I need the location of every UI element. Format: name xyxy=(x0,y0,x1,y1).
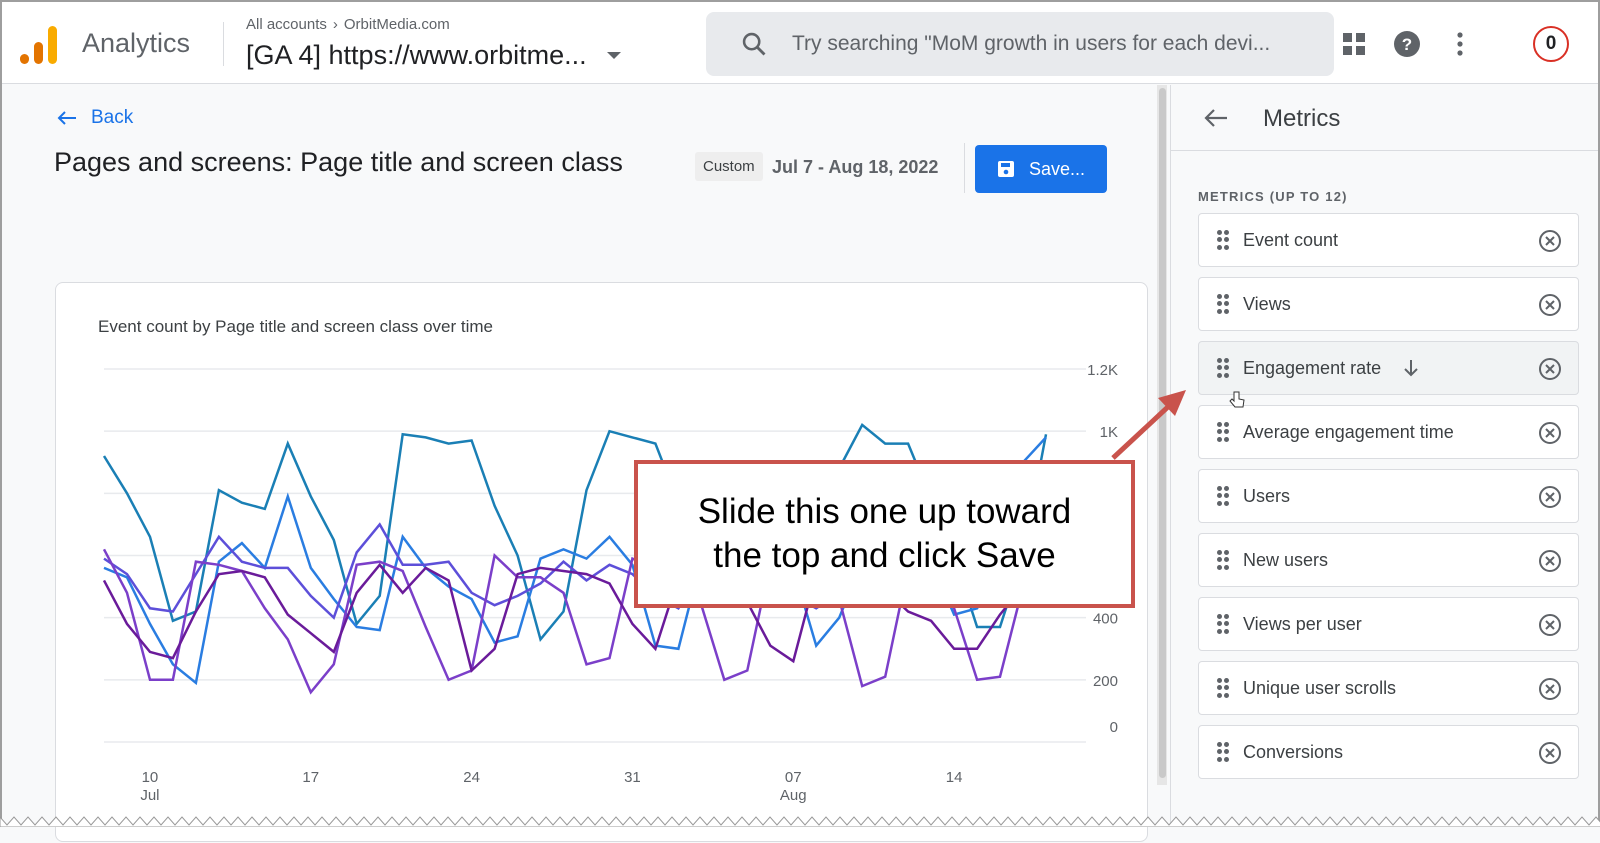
help-icon[interactable]: ? xyxy=(1391,28,1423,60)
metric-label: Users xyxy=(1243,486,1290,507)
drag-handle-icon[interactable] xyxy=(1217,230,1229,250)
y-tick-label: 1.2K xyxy=(1087,362,1118,379)
y-tick-label: 400 xyxy=(1093,611,1118,628)
dropdown-arrow-icon xyxy=(607,52,621,59)
y-tick-label: 1K xyxy=(1100,424,1118,441)
metrics-panel: Metrics METRICS (UP TO 12) Event count Vi… xyxy=(1170,85,1598,827)
panel-header: Metrics xyxy=(1171,85,1598,151)
annotation-line-2: the top and click Save xyxy=(698,534,1072,578)
x-tick-label: 31 xyxy=(624,769,641,786)
hand-cursor-icon xyxy=(1229,391,1245,409)
metric-label: Unique user scrolls xyxy=(1243,678,1396,699)
drag-handle-icon[interactable] xyxy=(1217,742,1229,762)
breadcrumb-account[interactable]: OrbitMedia.com xyxy=(344,16,450,33)
torn-edge xyxy=(0,813,1600,827)
remove-circle-icon[interactable] xyxy=(1538,549,1562,573)
back-label: Back xyxy=(91,107,133,129)
metric-item[interactable]: Users xyxy=(1198,469,1579,523)
arrow-back-icon xyxy=(57,110,77,126)
svg-text:?: ? xyxy=(1402,35,1412,54)
drag-handle-icon[interactable] xyxy=(1217,486,1229,506)
metric-label: Views per user xyxy=(1243,614,1362,635)
metric-item[interactable]: Views per user xyxy=(1198,597,1579,651)
scrollbar-thumb[interactable] xyxy=(1159,88,1166,778)
panel-title: Metrics xyxy=(1263,105,1340,133)
metric-item[interactable]: Unique user scrolls xyxy=(1198,661,1579,715)
top-bar: Analytics All accounts › OrbitMedia.com … xyxy=(2,2,1598,84)
metric-label: Average engagement time xyxy=(1243,422,1454,443)
metric-item[interactable]: Views xyxy=(1198,277,1579,331)
x-tick-month: Aug xyxy=(780,787,807,804)
annotation-line-1: Slide this one up toward xyxy=(698,490,1072,534)
save-icon xyxy=(997,160,1015,178)
x-tick-label: 14 xyxy=(946,769,963,786)
x-tick-month: Jul xyxy=(140,787,159,804)
search-input[interactable]: Try searching "MoM growth in users for e… xyxy=(792,32,1270,56)
y-tick-label: 0 xyxy=(1110,719,1118,736)
analytics-logo-icon[interactable] xyxy=(20,24,60,64)
metric-item[interactable]: Event count xyxy=(1198,213,1579,267)
arrow-down-icon[interactable] xyxy=(1401,358,1421,378)
save-label: Save... xyxy=(1029,159,1085,180)
x-tick-label: 17 xyxy=(302,769,319,786)
y-tick-label: 200 xyxy=(1093,673,1118,690)
apps-grid-icon[interactable] xyxy=(1338,28,1370,60)
brand-name: Analytics xyxy=(82,28,190,59)
remove-circle-icon[interactable] xyxy=(1538,485,1562,509)
date-range[interactable]: Jul 7 - Aug 18, 2022 xyxy=(772,157,938,178)
breadcrumb-all-accounts[interactable]: All accounts xyxy=(246,16,327,33)
drag-handle-icon[interactable] xyxy=(1217,422,1229,442)
search-bar[interactable]: Try searching "MoM growth in users for e… xyxy=(706,12,1334,76)
drag-handle-icon[interactable] xyxy=(1217,294,1229,314)
section-label: METRICS (UP TO 12) xyxy=(1198,189,1348,204)
remove-circle-icon[interactable] xyxy=(1538,741,1562,765)
remove-circle-icon[interactable] xyxy=(1538,613,1562,637)
search-icon xyxy=(740,30,768,58)
breadcrumb[interactable]: All accounts › OrbitMedia.com xyxy=(246,16,450,33)
metric-label: Engagement rate xyxy=(1243,358,1381,379)
divider xyxy=(964,143,965,193)
remove-circle-icon[interactable] xyxy=(1538,357,1562,381)
back-link[interactable]: Back xyxy=(57,107,133,129)
drag-handle-icon[interactable] xyxy=(1217,614,1229,634)
divider xyxy=(223,22,224,66)
property-selector[interactable]: [GA 4] https://www.orbitme... xyxy=(246,40,621,71)
property-name: [GA 4] https://www.orbitme... xyxy=(246,40,587,71)
remove-circle-icon[interactable] xyxy=(1538,421,1562,445)
more-vert-icon[interactable] xyxy=(1444,28,1476,60)
main-content: Back Pages and screens: Page title and s… xyxy=(2,85,1160,827)
chevron-right-icon: › xyxy=(333,16,338,33)
metric-label: New users xyxy=(1243,550,1328,571)
arrow-back-icon[interactable] xyxy=(1201,103,1231,133)
metric-label: Views xyxy=(1243,294,1291,315)
x-tick-label: 24 xyxy=(463,769,480,786)
x-tick-label: 10 xyxy=(142,769,159,786)
metric-label: Conversions xyxy=(1243,742,1343,763)
save-button[interactable]: Save... xyxy=(975,145,1107,193)
remove-circle-icon[interactable] xyxy=(1538,293,1562,317)
drag-handle-icon[interactable] xyxy=(1217,550,1229,570)
drag-handle-icon[interactable] xyxy=(1217,358,1229,378)
remove-circle-icon[interactable] xyxy=(1538,677,1562,701)
page-title: Pages and screens: Page title and screen… xyxy=(54,147,623,178)
metric-item[interactable]: Average engagement time xyxy=(1198,405,1579,459)
metric-item[interactable]: New users xyxy=(1198,533,1579,587)
drag-handle-icon[interactable] xyxy=(1217,678,1229,698)
metric-label: Event count xyxy=(1243,230,1338,251)
x-tick-label: 07 xyxy=(785,769,802,786)
notification-badge[interactable]: 0 xyxy=(1533,26,1569,62)
annotation-callout: Slide this one up toward the top and cli… xyxy=(634,460,1135,608)
metric-item[interactable]: Conversions xyxy=(1198,725,1579,779)
metric-item[interactable]: Engagement rate xyxy=(1198,341,1579,395)
remove-circle-icon[interactable] xyxy=(1538,229,1562,253)
date-chip: Custom xyxy=(695,152,763,181)
